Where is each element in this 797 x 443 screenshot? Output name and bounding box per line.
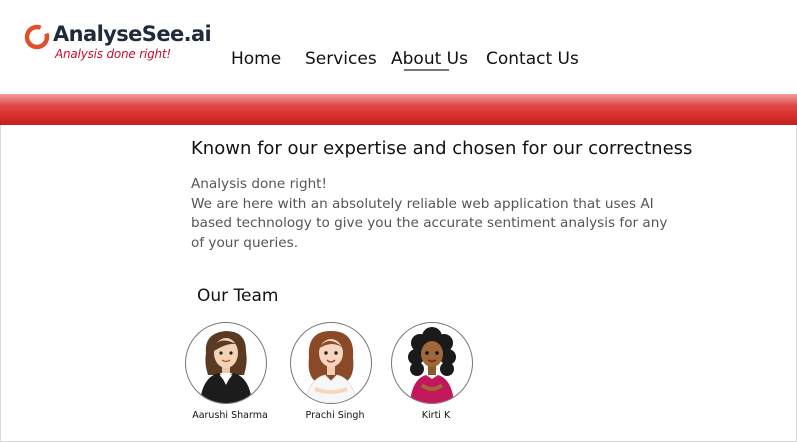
brand-logo[interactable]: AnalyseSee.ai Analysis done right! xyxy=(24,22,212,66)
member-name: Kirti K xyxy=(421,410,451,421)
nav-about-us[interactable]: About Us xyxy=(391,49,468,69)
about-text: Analysis done right! We are here with an… xyxy=(191,175,671,253)
active-nav-indicator xyxy=(404,69,449,71)
header-accent-band xyxy=(0,94,797,125)
team-title: Our Team xyxy=(197,286,279,306)
about-description: We are here with an absolutely reliable … xyxy=(191,195,668,251)
avatar xyxy=(391,322,473,404)
nav-services[interactable]: Services xyxy=(305,49,377,69)
brand-tagline: Analysis done right! xyxy=(55,47,172,61)
team-member: Kirti K xyxy=(391,322,481,421)
team-member: Prachi Singh xyxy=(290,322,380,421)
nav-home[interactable]: Home xyxy=(231,49,281,69)
site-header: AnalyseSee.ai Analysis done right! Home … xyxy=(0,0,797,94)
avatar-woman-blazer-icon xyxy=(200,331,252,403)
member-name: Prachi Singh xyxy=(305,410,365,421)
logo-ring-icon xyxy=(24,24,50,50)
nav-contact-us[interactable]: Contact Us xyxy=(486,49,579,69)
avatar xyxy=(185,322,267,404)
member-name: Aarushi Sharma xyxy=(192,410,268,421)
brand-name: AnalyseSee.ai xyxy=(53,22,212,46)
avatar-woman-white-top-icon xyxy=(304,331,358,403)
about-intro: Analysis done right! xyxy=(191,176,327,192)
team-member: Aarushi Sharma xyxy=(185,322,275,421)
avatar-woman-curly-hair-icon xyxy=(408,327,456,403)
avatar xyxy=(290,322,372,404)
page-headline: Known for our expertise and chosen for o… xyxy=(191,138,693,159)
